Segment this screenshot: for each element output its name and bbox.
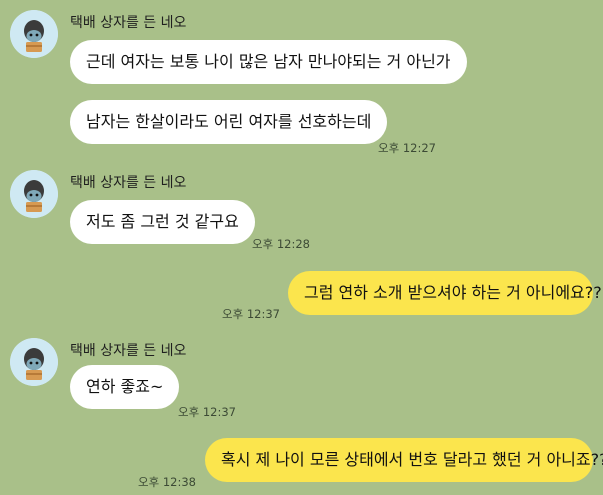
sender-avatar[interactable] — [10, 10, 58, 58]
sender-name: 택배 상자를 든 네오 — [70, 15, 187, 31]
message-bubble-incoming[interactable]: 연하 좋죠~ — [70, 365, 180, 409]
sender-avatar[interactable] — [10, 170, 58, 218]
message-timestamp: 오후 12:37 — [222, 307, 280, 321]
neo-avatar-icon — [10, 170, 58, 218]
message-timestamp: 오후 12:27 — [378, 141, 436, 155]
sender-name: 택배 상자를 든 네오 — [70, 343, 187, 359]
message-timestamp: 오후 12:37 — [178, 405, 236, 419]
message-bubble-outgoing[interactable]: 혹시 제 나이 모른 상태에서 번호 달라고 했던 거 아니죠?? — [205, 438, 603, 482]
message-timestamp: 오후 12:38 — [138, 475, 196, 489]
sender-avatar[interactable] — [10, 338, 58, 386]
sender-name: 택배 상자를 든 네오 — [70, 175, 187, 191]
neo-avatar-icon — [10, 10, 58, 58]
message-bubble-outgoing[interactable]: 그럼 연하 소개 받으셔야 하는 거 아니에요?? — [288, 271, 602, 315]
message-timestamp: 오후 12:28 — [252, 237, 310, 251]
message-bubble-incoming[interactable]: 남자는 한살이라도 어린 여자를 선호하는데 — [70, 100, 388, 144]
neo-avatar-icon — [10, 338, 58, 386]
message-bubble-incoming[interactable]: 저도 좀 그런 것 같구요 — [70, 200, 255, 244]
message-bubble-incoming[interactable]: 근데 여자는 보통 나이 많은 남자 만나야되는 거 아닌가 — [70, 40, 467, 84]
